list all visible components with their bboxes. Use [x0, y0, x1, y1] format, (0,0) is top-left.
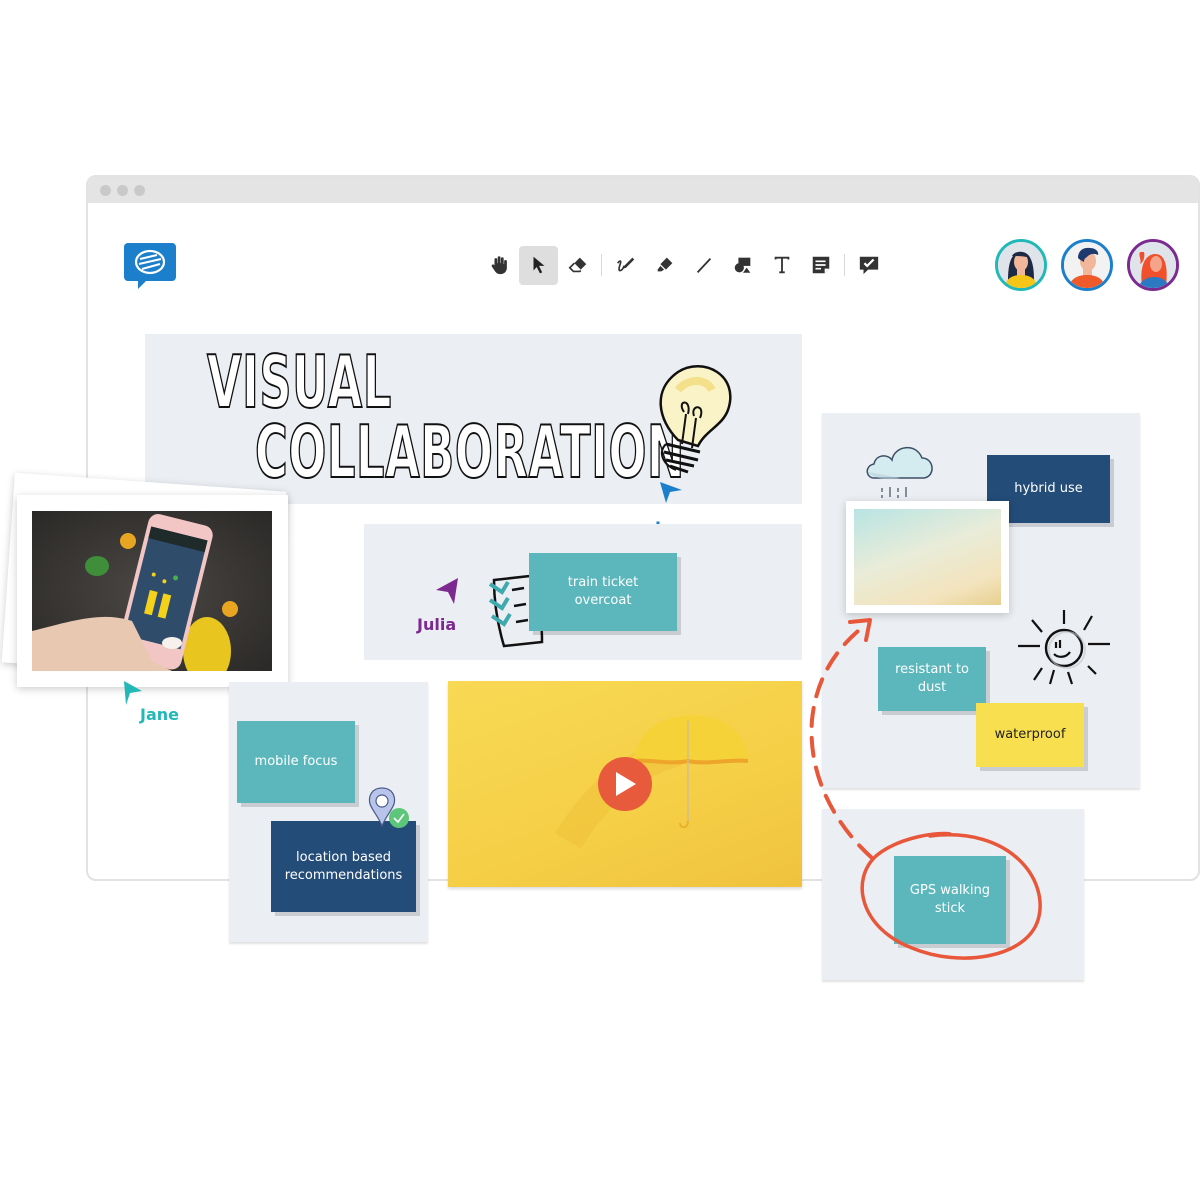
smiling-sun-doodle-icon	[1018, 610, 1110, 685]
speech-bubble-logo-icon	[124, 243, 176, 289]
sticky-text: waterproof	[994, 727, 1066, 742]
sticky-text-line: GPS walking	[909, 883, 991, 898]
phone-photo-image	[32, 511, 272, 671]
tool-line[interactable]	[684, 246, 723, 285]
play-button[interactable]	[598, 757, 652, 811]
photo-card-phone[interactable]	[17, 495, 288, 687]
toolbar-divider	[601, 254, 602, 276]
text-icon	[774, 256, 789, 274]
sticky-note-train-ticket[interactable]: train ticket overcoat	[529, 553, 677, 631]
participant-avatar-jason[interactable]	[1061, 239, 1113, 291]
hand-icon	[491, 256, 507, 275]
photo-card-sky[interactable]	[846, 501, 1009, 613]
avatar-man-icon	[1064, 242, 1110, 288]
jane-cursor-icon	[124, 681, 142, 705]
line-icon	[696, 257, 711, 273]
sticky-text-line: stick	[934, 901, 966, 916]
participant-avatar-julia[interactable]	[1127, 239, 1179, 291]
drawing-toolbar	[480, 245, 888, 285]
tool-shapes[interactable]	[723, 246, 762, 285]
avatar-redhead-icon	[1130, 242, 1176, 288]
eraser-icon	[568, 257, 586, 273]
sticky-note-waterproof[interactable]: waterproof	[976, 703, 1084, 767]
tool-eraser[interactable]	[558, 246, 597, 285]
tool-sticky-note[interactable]	[801, 246, 840, 285]
sticky-text: hybrid use	[1014, 481, 1083, 496]
participant-avatar-jane[interactable]	[995, 239, 1047, 291]
video-card[interactable]	[448, 681, 802, 887]
julia-cursor-icon	[436, 578, 458, 604]
rain-cloud-icon	[866, 447, 933, 498]
sticky-text: mobile focus	[254, 754, 338, 769]
highlighter-icon	[657, 257, 672, 272]
comment-check-icon	[859, 256, 878, 275]
avatar-woman-icon	[998, 242, 1044, 288]
toolbar-divider	[844, 254, 845, 276]
window-dot-close[interactable]	[100, 185, 111, 196]
tool-pen[interactable]	[606, 246, 645, 285]
cursor-arrow-icon	[533, 256, 544, 274]
sticky-note-resistant-to-dust[interactable]: resistant to dust	[878, 647, 986, 711]
sticky-note-icon	[812, 256, 829, 274]
tool-highlighter[interactable]	[645, 246, 684, 285]
window-dot-maximize[interactable]	[134, 185, 145, 196]
window-dot-minimize[interactable]	[117, 185, 128, 196]
tool-select[interactable]	[519, 245, 558, 285]
sky-photo-image	[854, 509, 1001, 605]
sticky-text-line: recommendations	[284, 867, 403, 883]
jason-cursor-icon	[660, 482, 682, 503]
shapes-icon	[734, 257, 752, 274]
sticky-text-line: dust	[917, 680, 947, 695]
tool-feedback[interactable]	[849, 246, 888, 285]
cursor-label-julia: Julia	[417, 615, 457, 634]
lightbulb-icon	[659, 365, 732, 474]
title-line-collaboration: COLLABORATION	[254, 409, 686, 495]
sticky-text-line: overcoat	[574, 593, 632, 608]
tool-text[interactable]	[762, 246, 801, 285]
sticky-note-gps-walking-stick[interactable]: GPS walking stick	[894, 856, 1006, 944]
app-logo[interactable]	[124, 243, 176, 289]
sticky-text-line: resistant to	[895, 662, 969, 677]
sticky-text-line: train ticket	[567, 575, 639, 590]
sticky-note-location-based[interactable]: location based recommendations	[271, 821, 416, 912]
pen-draw-icon	[616, 257, 634, 272]
window-titlebar	[88, 177, 1198, 203]
cursor-label-jane: Jane	[140, 705, 179, 724]
sticky-text-line: location based	[296, 849, 391, 865]
sticky-note-mobile-focus[interactable]: mobile focus	[237, 721, 355, 803]
location-pin-check-icon	[368, 787, 409, 828]
tool-hand[interactable]	[480, 246, 519, 285]
play-icon	[616, 772, 636, 796]
